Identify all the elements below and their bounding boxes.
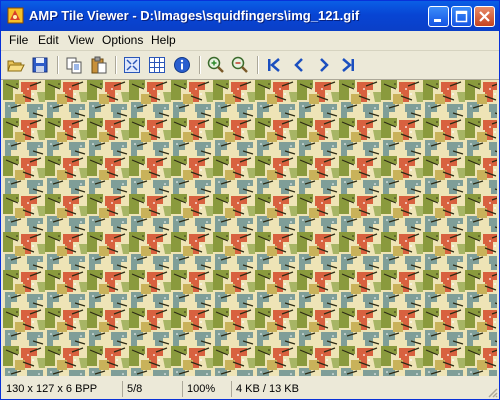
close-button[interactable] [474, 6, 495, 27]
menu-help[interactable]: Help [151, 33, 176, 47]
copy-icon[interactable] [65, 56, 83, 74]
minimize-icon [434, 19, 441, 22]
toolbar [1, 51, 499, 80]
menu-view[interactable]: View [68, 33, 94, 47]
tiled-image [3, 80, 497, 376]
paste-icon[interactable] [90, 56, 108, 74]
resize-grip-icon[interactable] [486, 386, 498, 398]
status-bar: 130 x 127 x 6 BPP 5/8 100% 4 KB / 13 KB [1, 379, 499, 399]
image-dimensions: 130 x 127 x 6 BPP [6, 383, 98, 395]
toolbar-separator [199, 56, 201, 74]
window-title: AMP Tile Viewer - D:\Images\squidfingers… [29, 8, 360, 23]
close-icon [479, 11, 490, 22]
file-size: 4 KB / 13 KB [231, 381, 316, 397]
save-icon[interactable] [31, 56, 49, 74]
app-window: AMP Tile Viewer - D:\Images\squidfingers… [0, 0, 500, 400]
zoom-in-icon[interactable] [207, 56, 225, 74]
menu-bar: File Edit View Options Help [1, 31, 499, 51]
title-bar[interactable]: AMP Tile Viewer - D:\Images\squidfingers… [1, 1, 499, 31]
maximize-button[interactable] [451, 6, 472, 27]
next-image-icon[interactable] [315, 56, 333, 74]
image-position: 5/8 [122, 381, 179, 397]
menu-options[interactable]: Options [102, 33, 143, 47]
menu-file[interactable]: File [9, 33, 28, 47]
fit-window-icon[interactable] [123, 56, 141, 74]
toolbar-separator [257, 56, 259, 74]
info-icon[interactable] [173, 56, 191, 74]
first-image-icon[interactable] [265, 56, 283, 74]
tile-viewport[interactable] [3, 80, 497, 376]
toolbar-separator [115, 56, 117, 74]
maximize-icon [455, 10, 468, 23]
previous-image-icon[interactable] [290, 56, 308, 74]
zoom-level: 100% [182, 381, 231, 397]
minimize-button[interactable] [428, 6, 449, 27]
grid-icon[interactable] [148, 56, 166, 74]
zoom-out-icon[interactable] [231, 56, 249, 74]
toolbar-separator [57, 56, 59, 74]
last-image-icon[interactable] [339, 56, 357, 74]
menu-edit[interactable]: Edit [38, 33, 59, 47]
app-logo-icon [7, 7, 24, 24]
open-folder-icon[interactable] [7, 56, 25, 74]
